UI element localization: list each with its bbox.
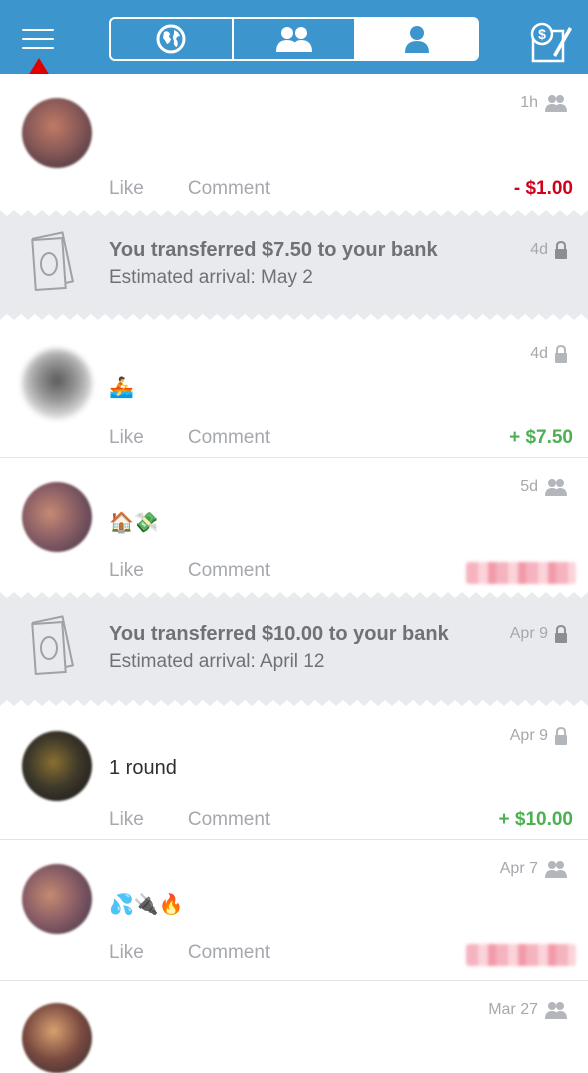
pay-request-icon[interactable]: $ [527,21,573,63]
lock-icon [555,727,567,745]
feed-story[interactable]: 4d 🚣 Like Comment + $7.50 [0,321,588,458]
person-icon [404,26,429,53]
comment-button[interactable]: Comment [188,427,270,448]
friends-icon [545,95,567,112]
story-note: 💦🔌🔥 [109,894,184,916]
story-time: Apr 9 [510,727,568,745]
story-note: 🚣 [109,377,134,399]
story-actions: Like Comment [109,942,270,964]
friends-icon [545,479,567,496]
lock-icon [555,345,567,363]
zigzag-edge [0,590,588,598]
story-amount-redacted [466,944,576,966]
friends-icon [545,1002,567,1019]
story-amount: + $10.00 [498,809,574,830]
feed-story[interactable]: 5d 🏠💸 Like Comment [0,458,588,591]
money-bill-icon [31,615,75,676]
story-time: 4d [530,345,568,363]
bank-transfer-item[interactable]: You transferred $10.00 to your bank Esti… [0,590,588,708]
comment-button[interactable]: Comment [188,809,270,830]
story-time: Mar 27 [488,1001,568,1019]
comment-button[interactable]: Comment [188,560,270,581]
friends-icon [545,861,567,878]
feed-tabs [109,17,479,61]
transfer-title: You transferred $7.50 to your bank [109,239,438,261]
bank-transfer-item[interactable]: You transferred $7.50 to your bank Estim… [0,208,588,322]
story-actions: Like Comment [109,809,270,831]
svg-text:$: $ [538,26,546,42]
feed-story[interactable]: Apr 7 💦🔌🔥 Like Comment [0,840,588,981]
story-time: 5d [520,478,568,496]
top-bar: $ [0,0,588,74]
hamburger-menu-icon[interactable] [22,27,54,51]
transfer-subtitle: Estimated arrival: May 2 [109,267,313,288]
lock-icon [555,625,567,643]
story-amount: + $7.50 [509,427,573,448]
transfer-subtitle: Estimated arrival: April 12 [109,651,325,672]
story-time: 1h [520,94,568,112]
avatar[interactable] [22,1003,92,1073]
like-button[interactable]: Like [109,809,144,830]
transfer-title: You transferred $10.00 to your bank [109,623,449,645]
tab-friends[interactable] [231,19,355,59]
story-actions: Like Comment [109,427,270,449]
story-time: Apr 9 [510,625,568,643]
story-amount-redacted [466,562,576,584]
tab-globe[interactable] [111,19,232,59]
story-actions: Like Comment [109,560,270,582]
story-time: Apr 7 [500,860,568,878]
story-note: 1 round [109,757,177,779]
story-actions: Like Comment [109,178,270,200]
tab-me[interactable] [354,19,477,59]
like-button[interactable]: Like [109,560,144,581]
comment-button[interactable]: Comment [188,178,270,199]
zigzag-edge [0,208,588,216]
friends-icon [276,27,312,52]
story-note: 🏠💸 [109,512,159,534]
avatar[interactable] [22,349,92,419]
globe-icon [156,24,186,54]
money-bill-icon [31,231,75,292]
feed-story[interactable]: Apr 9 1 round Like Comment + $10.00 [0,707,588,840]
like-button[interactable]: Like [109,942,144,963]
like-button[interactable]: Like [109,178,144,199]
comment-button[interactable]: Comment [188,942,270,963]
like-button[interactable]: Like [109,427,144,448]
feed-story[interactable]: 1h Like Comment - $1.00 [0,74,588,209]
feed-story[interactable]: Mar 27 [0,981,588,1073]
avatar[interactable] [22,731,92,801]
avatar[interactable] [22,864,92,934]
lock-icon [555,241,567,259]
story-amount: - $1.00 [513,178,573,199]
avatar[interactable] [22,482,92,552]
feed-list: 1h Like Comment - $1.00 You transferred $… [0,74,588,1073]
avatar[interactable] [22,98,92,168]
story-time: 4d [530,241,568,259]
